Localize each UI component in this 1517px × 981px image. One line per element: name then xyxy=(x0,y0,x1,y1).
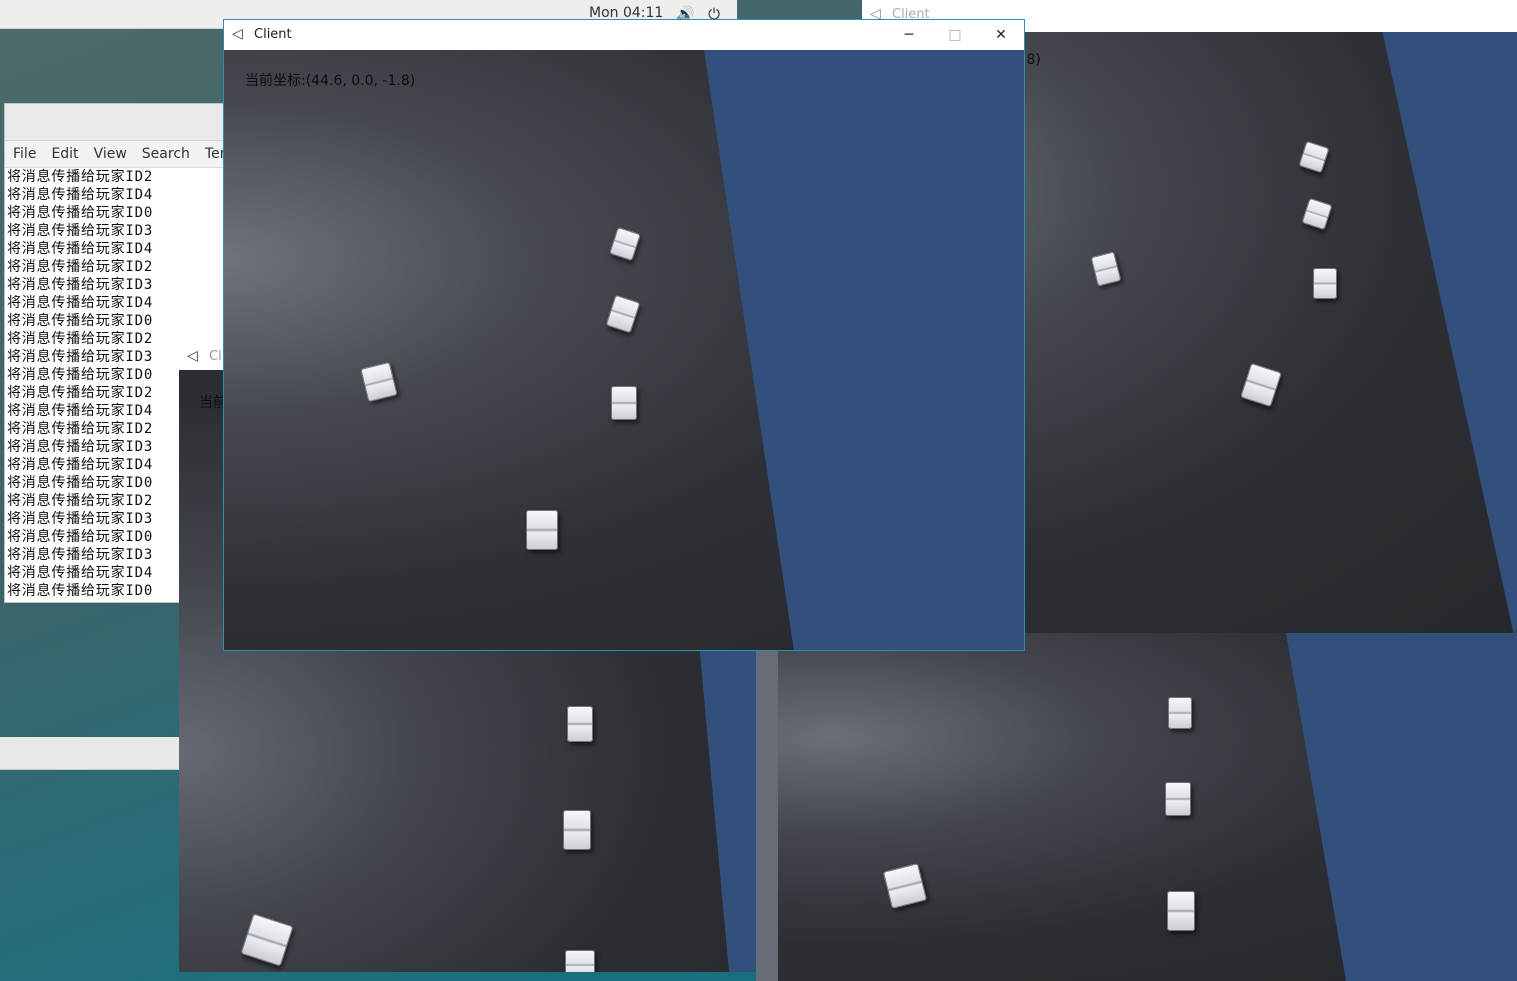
terminal-header[interactable] xyxy=(5,104,245,141)
log-line: 将消息传播给玩家ID4 xyxy=(7,241,154,257)
maximize-button[interactable]: □ xyxy=(932,20,978,50)
log-line: 将消息传播给玩家ID0 xyxy=(7,367,154,383)
log-line: 将消息传播给玩家ID4 xyxy=(7,295,154,311)
log-line: 将消息传播给玩家ID2 xyxy=(7,259,154,275)
log-line: 将消息传播给玩家ID2 xyxy=(7,421,154,437)
log-line: 将消息传播给玩家ID0 xyxy=(7,313,154,329)
log-line: 将消息传播给玩家ID3 xyxy=(7,223,154,239)
client-main-titlebar[interactable]: ◁ Client ─ □ ✕ xyxy=(224,20,1024,50)
menu-file[interactable]: File xyxy=(5,141,43,167)
player-cube xyxy=(563,810,591,850)
log-line: 将消息传播给玩家ID3 xyxy=(7,511,154,527)
menu-edit[interactable]: Edit xyxy=(43,141,85,167)
player-cube xyxy=(567,706,593,742)
client-main-title: Client xyxy=(254,27,292,42)
player-cube xyxy=(565,950,595,972)
log-line: 将消息传播给玩家ID4 xyxy=(7,187,154,203)
menu-search[interactable]: Search xyxy=(134,141,197,167)
unity-icon: ◁ xyxy=(187,348,198,364)
log-line: 将消息传播给玩家ID0 xyxy=(7,529,154,545)
log-line: 将消息传播给玩家ID3 xyxy=(7,439,154,455)
log-line: 将消息传播给玩家ID2 xyxy=(7,493,154,509)
log-line: 将消息传播给玩家ID4 xyxy=(7,403,154,419)
player-cube xyxy=(1165,782,1191,816)
log-line: 将消息传播给玩家ID4 xyxy=(7,565,154,581)
client-window-bottom-right[interactable] xyxy=(756,633,1517,981)
log-line: 将消息传播给玩家ID2 xyxy=(7,169,154,185)
log-line: 将消息传播给玩家ID2 xyxy=(7,331,154,347)
log-line: 将消息传播给玩家ID0 xyxy=(7,583,154,599)
player-cube xyxy=(611,386,637,420)
log-line: 将消息传播给玩家ID4 xyxy=(7,457,154,473)
menu-view[interactable]: View xyxy=(86,141,134,167)
terminal-menubar: File Edit View Search Terr xyxy=(5,141,245,168)
log-line: 将消息传播给玩家ID0 xyxy=(7,475,154,491)
terminal-output[interactable]: 将消息传播给玩家ID2 将消息传播给玩家ID4 将消息传播给玩家ID0 将消息传播给玩… xyxy=(7,168,182,600)
close-button[interactable]: ✕ xyxy=(978,20,1024,50)
coordinate-readout: 当前坐标:(44.6, 0.0, -1.8) xyxy=(245,73,416,89)
window-edge xyxy=(756,633,778,981)
client-window-main[interactable]: ◁ Client ─ □ ✕ 当前坐标:(44.6, 0.0, -1.8) xyxy=(223,19,1025,651)
unity-icon: ◁ xyxy=(232,26,243,42)
log-line: 将消息传播给玩家ID3 xyxy=(7,349,154,365)
player-cube xyxy=(1167,891,1195,931)
log-line: 将消息传播给玩家ID3 xyxy=(7,277,154,293)
minimize-button[interactable]: ─ xyxy=(886,20,932,50)
player-cube xyxy=(1168,697,1192,729)
player-cube xyxy=(526,510,558,550)
log-line: 将消息传播给玩家ID3 xyxy=(7,547,154,563)
player-cube xyxy=(1313,268,1337,299)
background-window-strip xyxy=(0,737,180,770)
log-line: 将消息传播给玩家ID2 xyxy=(7,385,154,401)
log-line: 将消息传播给玩家ID0 xyxy=(7,205,154,221)
